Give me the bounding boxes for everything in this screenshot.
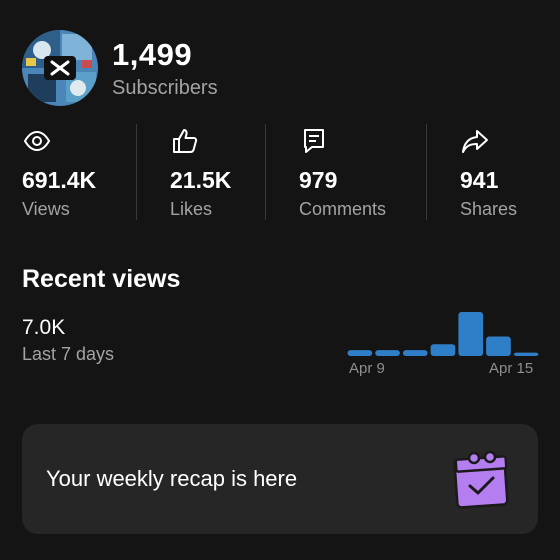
weekly-recap-text: Your weekly recap is here — [46, 466, 298, 491]
calendar-check-icon — [453, 450, 509, 509]
recent-views-value: 7.0K — [22, 316, 66, 339]
stat-value: 979 — [299, 167, 338, 193]
stat-label: Shares — [460, 199, 518, 219]
share-icon — [462, 130, 488, 153]
chart-bar-apr-9 — [347, 350, 373, 356]
stats-row: 691.4K Views 21.5K Likes 979 Comments 94… — [0, 122, 560, 222]
avatar[interactable] — [22, 30, 98, 106]
stat-divider — [136, 124, 137, 220]
chart-bar-apr-11 — [402, 350, 428, 356]
x-tick-label-start: Apr 9 — [349, 360, 385, 377]
subscriber-count: 1,499 — [112, 36, 193, 72]
x-tick-label-end: Apr 15 — [489, 360, 534, 377]
chart-bar-apr-13 — [458, 312, 484, 356]
stat-value: 691.4K — [22, 167, 97, 193]
stat-label: Views — [22, 199, 70, 219]
thumbs-up-icon — [173, 129, 198, 153]
chart-bar-apr-10 — [375, 350, 400, 356]
stat-label: Comments — [299, 199, 387, 219]
eye-icon — [23, 130, 51, 152]
channel-header: 1,499 Subscribers — [22, 30, 218, 106]
subscriber-label: Subscribers — [112, 76, 218, 99]
chart-bar-apr-14 — [486, 336, 511, 356]
stat-divider — [265, 124, 266, 220]
stat-value: 21.5K — [170, 167, 232, 193]
chart-bar-apr-15 — [513, 352, 539, 356]
comment-icon — [304, 129, 324, 153]
recent-views-title: Recent views — [22, 265, 181, 293]
stat-divider — [426, 124, 427, 220]
stat-label: Likes — [170, 199, 213, 219]
stat-value: 941 — [460, 167, 499, 193]
weekly-recap-card[interactable]: Your weekly recap is here — [22, 424, 538, 534]
recent-views-period: Last 7 days — [22, 344, 115, 364]
chart-bar-apr-12 — [430, 344, 456, 356]
